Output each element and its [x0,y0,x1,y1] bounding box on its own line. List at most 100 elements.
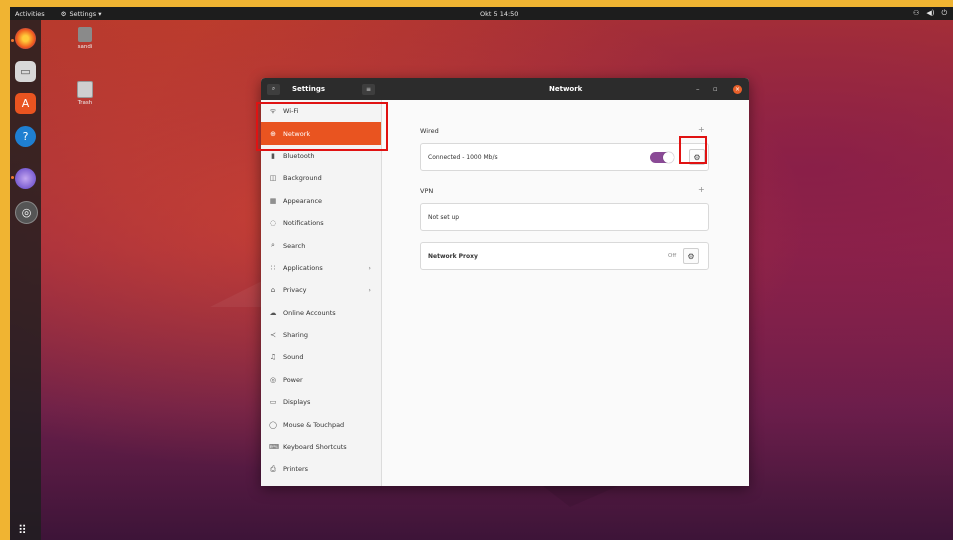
vpn-section-title: VPN [420,187,434,195]
sidebar-item-mouse-touchpad[interactable]: ◯ Mouse & Touchpad [261,413,381,435]
sidebar-title: Settings [292,85,326,93]
desktop-screen: Activities ⚙ Settings ▾ Okt 5 14:50 ⚇ ◀)… [10,7,953,540]
add-vpn-icon[interactable]: + [698,185,705,194]
sidebar-item-online-accounts[interactable]: ☁ Online Accounts [261,302,381,324]
sidebar-item-keyboard-shortcuts[interactable]: ⌨ Keyboard Shortcuts [261,436,381,458]
sidebar-item-label: Power [283,375,303,384]
online-accounts-icon: ☁ [269,308,277,317]
sidebar-item-appearance[interactable]: ▦ Appearance [261,190,381,212]
sidebar-item-power[interactable]: ◎ Power [261,369,381,391]
firefox-icon[interactable] [15,28,36,49]
search-button[interactable]: ⌕ [267,83,280,95]
wired-status: Connected - 1000 Mb/s [428,153,498,161]
sidebar-item-label: Applications [283,263,323,272]
add-wired-icon[interactable]: + [698,125,705,134]
wifi-icon: ᯤ [269,106,277,115]
menu-button[interactable]: ≡ [362,83,375,95]
home-folder-icon [78,27,92,42]
vpn-status: Not set up [428,213,460,221]
sidebar-item-label: Background [283,174,322,183]
keyboard-icon: ⌨ [269,443,280,452]
power-icon: ◎ [269,375,277,384]
desktop-home-folder[interactable]: sandi [65,27,105,50]
hamburger-icon: ≡ [365,85,372,93]
volume-icon[interactable]: ◀) [926,9,934,18]
sidebar-item-label: Bluetooth [283,151,315,160]
toggle-knob [663,151,674,163]
help-icon[interactable]: ? [15,126,36,147]
sidebar-item-label: Online Accounts [283,308,336,317]
appearance-icon: ▦ [269,196,277,205]
settings-window: ⌕ Settings ≡ Network – ▫ × ᯤ Wi-Fi ⊕ Netwo… [261,78,749,486]
minimize-icon[interactable]: – [696,85,700,93]
sidebar-item-label: Printers [283,465,309,474]
trash-icon [77,81,93,98]
background-icon: ◫ [269,174,277,183]
top-bar: Activities ⚙ Settings ▾ Okt 5 14:50 ⚇ ◀)… [10,7,953,20]
show-applications-icon[interactable]: ⠿ [18,523,27,537]
sidebar-item-printers[interactable]: ⎙ Printers [261,458,381,480]
printers-icon: ⎙ [270,464,276,473]
sidebar-item-wifi[interactable]: ᯤ Wi-Fi [261,100,381,122]
network-proxy-label: Network Proxy [428,252,478,260]
settings-sidebar: ᯤ Wi-Fi ⊕ Network ▮ Bluetooth ◫ Background ▦… [261,100,382,486]
proxy-settings-button[interactable]: ⚙ [683,248,699,264]
wired-settings-button[interactable]: ⚙ [689,149,705,165]
desktop-icon-label: Trash [77,100,93,106]
gear-icon: ⚙ [60,9,67,18]
gear-icon: ⚙ [687,251,695,261]
proxy-status: Off [668,253,677,259]
privacy-icon: ⌂ [270,286,276,295]
app-menu[interactable]: ⚙ Settings ▾ [61,10,102,18]
search-icon: ⌕ [271,85,276,92]
bluetooth-icon: ▮ [271,151,275,160]
sidebar-item-sharing[interactable]: ≺ Sharing [261,324,381,346]
network-panel: Wired + Connected - 1000 Mb/s ⚙ VPN + No… [382,100,749,486]
network-status-icon[interactable]: ⚇ [913,9,919,18]
search-icon: ⌕ [271,241,275,250]
software-icon[interactable]: A [15,93,36,114]
chevron-right-icon: › [368,286,371,295]
clock[interactable]: Okt 5 14:50 [480,10,518,18]
page-title: Network [549,85,583,93]
maximize-icon[interactable]: ▫ [713,85,718,93]
activities-button[interactable]: Activities [15,10,45,18]
files-icon[interactable]: ▭ [15,61,36,82]
window-titlebar[interactable]: ⌕ Settings ≡ Network – ▫ × [261,78,749,100]
sidebar-item-notifications[interactable]: ◌ Notifications [261,212,381,234]
network-icon: ⊕ [270,129,276,138]
sidebar-item-label: Network [283,129,311,138]
sidebar-item-label: Sharing [283,331,308,340]
network-proxy-row[interactable]: Network Proxy Off ⚙ [420,242,709,270]
close-icon[interactable]: × [733,84,742,94]
system-tray[interactable]: ⚇ ◀) ⏻ [913,9,947,18]
sidebar-item-bluetooth[interactable]: ▮ Bluetooth [261,145,381,167]
sidebar-item-background[interactable]: ◫ Background [261,167,381,189]
power-icon[interactable]: ⏻ [941,9,947,18]
shotwell-icon[interactable] [15,168,36,189]
app-menu-label: Settings ▾ [69,9,102,18]
sidebar-item-label: Mouse & Touchpad [283,420,345,429]
mouse-icon: ◯ [269,420,277,429]
sidebar-item-sound[interactable]: ♫ Sound [261,346,381,368]
settings-icon[interactable]: ◎ [15,201,38,224]
wired-section-title: Wired [420,127,439,135]
notifications-icon: ◌ [269,219,277,228]
sidebar-item-displays[interactable]: ▭ Displays [261,391,381,413]
wired-connection-row: Connected - 1000 Mb/s ⚙ [420,143,709,171]
running-indicator [11,176,14,179]
sound-icon: ♫ [269,353,277,362]
displays-icon: ▭ [269,398,277,407]
dock: ▭ A ? ◎ ⠿ [10,20,41,540]
desktop-trash[interactable]: Trash [65,81,105,106]
sidebar-item-privacy[interactable]: ⌂ Privacy › [261,279,381,301]
sidebar-item-search[interactable]: ⌕ Search [261,234,381,256]
chevron-right-icon: › [368,263,371,272]
sidebar-item-network[interactable]: ⊕ Network [261,122,381,145]
sharing-icon: ≺ [270,331,276,340]
sidebar-item-applications[interactable]: ∷ Applications › [261,257,381,279]
sidebar-item-label: Sound [283,353,304,362]
vpn-row: Not set up [420,203,709,231]
wired-toggle[interactable] [650,151,674,163]
sidebar-item-label: Search [283,241,306,250]
